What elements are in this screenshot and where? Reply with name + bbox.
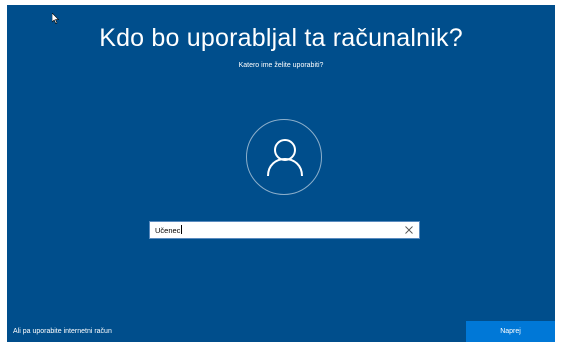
avatar <box>246 119 322 195</box>
username-input[interactable]: Učenec <box>149 221 420 239</box>
close-icon[interactable] <box>404 225 414 235</box>
window-frame: Kdo bo uporabljal ta računalnik? Katero … <box>0 0 561 347</box>
username-input-value[interactable]: Učenec <box>155 225 182 235</box>
mouse-pointer-icon <box>52 13 60 24</box>
page-title: Kdo bo uporabljal ta računalnik? <box>99 24 463 52</box>
next-button[interactable]: Naprej <box>466 321 555 342</box>
page-subtitle: Katero ime želite uporabiti? <box>238 62 324 69</box>
username-input-text: Učenec <box>155 226 181 235</box>
text-caret <box>180 225 182 234</box>
person-icon <box>267 139 303 177</box>
oobe-screen: Kdo bo uporabljal ta računalnik? Katero … <box>7 5 555 342</box>
online-account-link[interactable]: Ali pa uporabite internetni račun <box>13 328 112 335</box>
